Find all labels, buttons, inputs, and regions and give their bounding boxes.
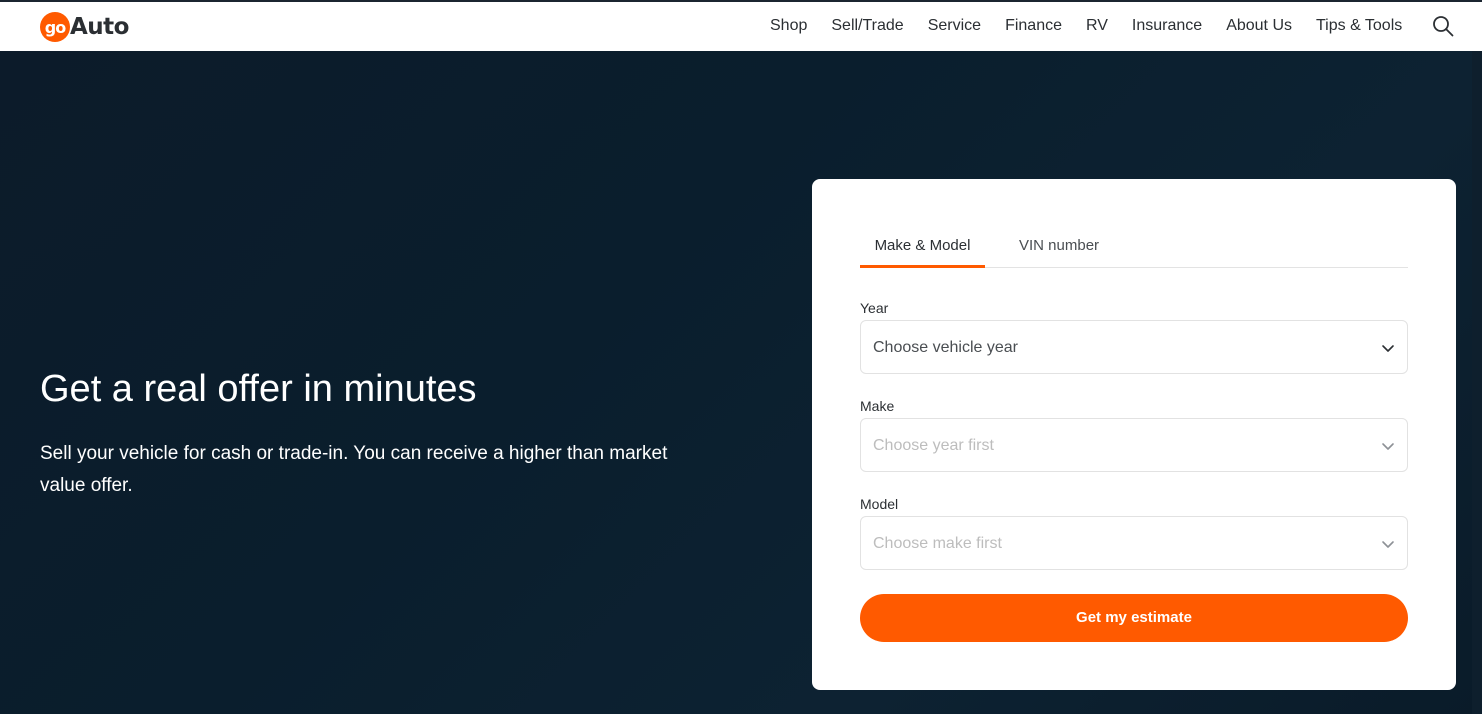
hero-subtext: Sell your vehicle for cash or trade-in. … <box>40 443 668 496</box>
search-icon[interactable] <box>1432 15 1454 37</box>
chevron-down-icon <box>1382 443 1394 450</box>
form-tabs: Make & Model VIN number <box>860 237 1408 268</box>
site-header: go Auto Shop Sell/Trade Service Finance … <box>0 2 1482 51</box>
nav-item-service[interactable]: Service <box>928 17 981 35</box>
nav-item-tips-tools[interactable]: Tips & Tools <box>1316 17 1402 35</box>
main-nav: Shop Sell/Trade Service Finance RV Insur… <box>770 17 1426 35</box>
nav-item-rv[interactable]: RV <box>1086 17 1108 35</box>
scrollbar-track[interactable] <box>1472 51 1482 714</box>
goauto-logo[interactable]: go Auto <box>40 11 129 43</box>
chevron-down-icon <box>1382 541 1394 548</box>
logo-text: Auto <box>70 14 129 40</box>
logo-badge: go <box>40 12 70 42</box>
nav-item-sell-trade[interactable]: Sell/Trade <box>831 17 903 35</box>
model-select[interactable]: Choose make first <box>860 516 1408 570</box>
tab-vin-number[interactable]: VIN number <box>1019 237 1099 254</box>
nav-item-shop[interactable]: Shop <box>770 17 807 35</box>
make-select-value: Choose year first <box>873 437 994 454</box>
make-label: Make <box>860 398 895 414</box>
make-select[interactable]: Choose year first <box>860 418 1408 472</box>
nav-item-insurance[interactable]: Insurance <box>1132 17 1202 35</box>
year-label: Year <box>860 300 889 316</box>
model-select-value: Choose make first <box>873 535 1002 552</box>
nav-item-finance[interactable]: Finance <box>1005 17 1062 35</box>
year-select[interactable]: Choose vehicle year <box>860 320 1408 374</box>
estimate-form-card: Make & Model VIN number Year Choose vehi… <box>812 179 1456 690</box>
year-select-value: Choose vehicle year <box>873 339 1018 356</box>
model-label: Model <box>860 496 899 512</box>
nav-item-about-us[interactable]: About Us <box>1226 17 1292 35</box>
hero-headline: Get a real offer in minutes <box>40 368 477 410</box>
get-estimate-button[interactable]: Get my estimate <box>860 594 1408 642</box>
tab-make-model[interactable]: Make & Model <box>860 237 985 268</box>
chevron-down-icon <box>1382 345 1394 352</box>
